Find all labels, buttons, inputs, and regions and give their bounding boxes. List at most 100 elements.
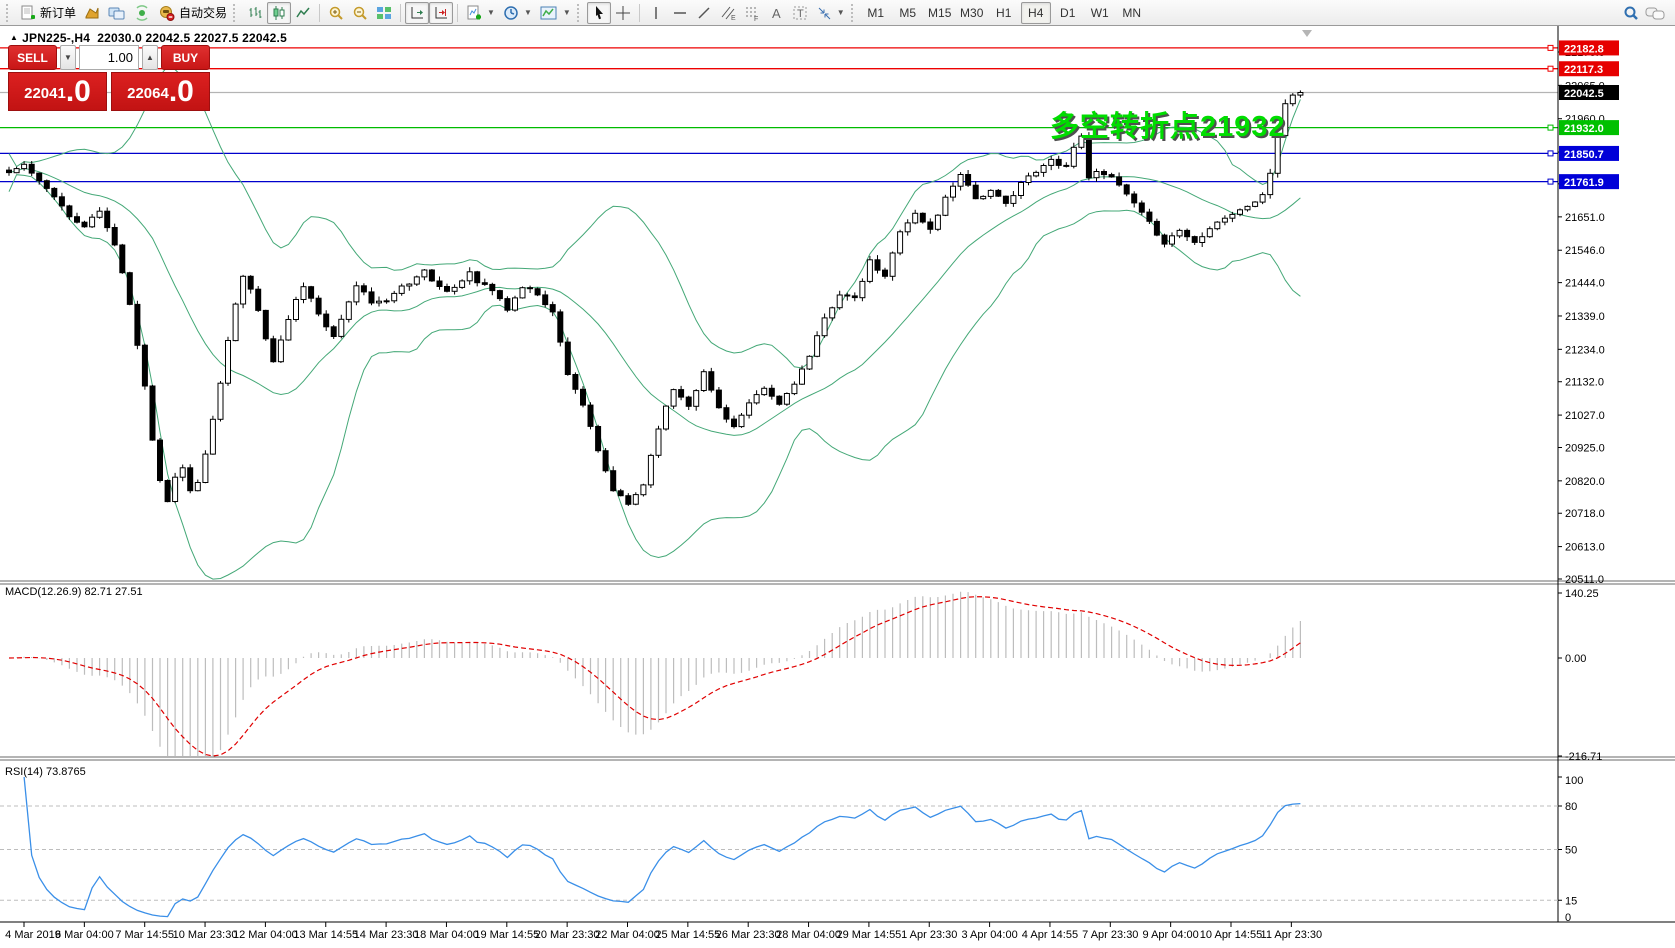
candle[interactable] (301, 287, 306, 300)
candle[interactable] (1170, 236, 1175, 244)
chat-icon[interactable] (1645, 5, 1665, 21)
candle[interactable] (762, 388, 767, 394)
candle[interactable] (928, 222, 933, 229)
candle[interactable] (898, 232, 903, 253)
templates-dropdown[interactable]: ▼ (536, 2, 575, 24)
toolbar-grip[interactable] (577, 4, 583, 22)
timeframe-D1[interactable]: D1 (1053, 2, 1083, 24)
candle[interactable] (1253, 202, 1258, 206)
autotrading-button[interactable]: 自动交易 (154, 2, 231, 24)
candle[interactable] (815, 336, 820, 357)
candle[interactable] (467, 272, 472, 281)
candle[interactable] (1268, 173, 1273, 194)
candle[interactable] (1154, 221, 1159, 235)
candle[interactable] (278, 340, 283, 362)
bar-chart-button[interactable] (243, 2, 267, 24)
candle[interactable] (105, 211, 110, 227)
candle[interactable] (97, 211, 102, 217)
candle[interactable] (142, 345, 147, 386)
candle[interactable] (226, 341, 231, 384)
candle[interactable] (1071, 147, 1076, 166)
candle[interactable] (1162, 235, 1167, 244)
crosshair-button[interactable] (611, 2, 635, 24)
candle[interactable] (29, 164, 34, 173)
horizontal-line-button[interactable] (668, 2, 692, 24)
candle[interactable] (1064, 165, 1069, 166)
candle[interactable] (1124, 185, 1129, 194)
candle[interactable] (890, 253, 895, 276)
candle[interactable] (973, 185, 978, 199)
candle[interactable] (1132, 194, 1137, 203)
candle[interactable] (656, 429, 661, 455)
candle[interactable] (210, 419, 215, 454)
candle[interactable] (913, 213, 918, 223)
candle[interactable] (354, 286, 359, 302)
candle[interactable] (1192, 237, 1197, 243)
candle[interactable] (550, 305, 555, 312)
candle[interactable] (256, 289, 261, 310)
candle[interactable] (180, 468, 185, 477)
candlestick-series[interactable] (7, 90, 1303, 506)
candle[interactable] (150, 386, 155, 440)
timeframe-H1[interactable]: H1 (989, 2, 1019, 24)
candle[interactable] (769, 388, 774, 396)
candle[interactable] (943, 197, 948, 215)
candle[interactable] (1147, 212, 1152, 221)
candle[interactable] (203, 454, 208, 482)
candle[interactable] (414, 277, 419, 284)
candle[interactable] (1003, 196, 1008, 203)
candle[interactable] (626, 496, 631, 505)
candle[interactable] (67, 206, 72, 217)
candle[interactable] (837, 295, 842, 308)
candle[interactable] (331, 327, 336, 337)
candle[interactable] (1245, 206, 1250, 209)
candle[interactable] (248, 276, 253, 289)
timeframe-M1[interactable]: M1 (861, 2, 891, 24)
candle[interactable] (1230, 214, 1235, 218)
auto-scroll-button[interactable] (405, 2, 429, 24)
trendline-button[interactable] (692, 2, 716, 24)
toolbar-grip[interactable] (851, 4, 857, 22)
candle[interactable] (392, 293, 397, 300)
periods-dropdown[interactable]: ▼ (499, 2, 536, 24)
candle[interactable] (135, 304, 140, 345)
candle[interactable] (633, 495, 638, 505)
candle[interactable] (127, 273, 132, 305)
candle[interactable] (75, 217, 80, 223)
candle[interactable] (1049, 159, 1054, 165)
candle[interactable] (324, 314, 329, 327)
candle[interactable] (422, 270, 427, 277)
candle[interactable] (1011, 196, 1016, 204)
candle[interactable] (44, 181, 49, 189)
candle[interactable] (618, 491, 623, 496)
candle[interactable] (951, 186, 956, 197)
candle[interactable] (588, 405, 593, 426)
search-icon[interactable] (1623, 5, 1639, 21)
candle[interactable] (165, 481, 170, 502)
sell-button[interactable]: SELL (8, 45, 57, 70)
candle[interactable] (377, 301, 382, 303)
line-end-marker[interactable] (1548, 66, 1553, 71)
candle[interactable] (664, 406, 669, 429)
candle[interactable] (188, 468, 193, 491)
candle[interactable] (513, 298, 518, 310)
candle[interactable] (966, 175, 971, 186)
candle[interactable] (158, 440, 163, 480)
candle[interactable] (1177, 230, 1182, 236)
fibonacci-button[interactable]: F (740, 2, 764, 24)
candle[interactable] (82, 222, 87, 227)
candle[interactable] (747, 403, 752, 415)
candle[interactable] (482, 283, 487, 285)
candle[interactable] (173, 477, 178, 501)
candle[interactable] (867, 260, 872, 282)
line-end-marker[interactable] (1548, 125, 1553, 130)
candle[interactable] (883, 270, 888, 276)
candle[interactable] (958, 175, 963, 187)
volume-down-button[interactable]: ▼ (60, 45, 76, 70)
candle[interactable] (497, 291, 502, 299)
candle[interactable] (369, 292, 374, 303)
candle[interactable] (1290, 95, 1295, 104)
toolbar-grip[interactable] (6, 4, 12, 22)
candle[interactable] (1222, 218, 1227, 222)
timeframe-M30[interactable]: M30 (957, 2, 987, 24)
